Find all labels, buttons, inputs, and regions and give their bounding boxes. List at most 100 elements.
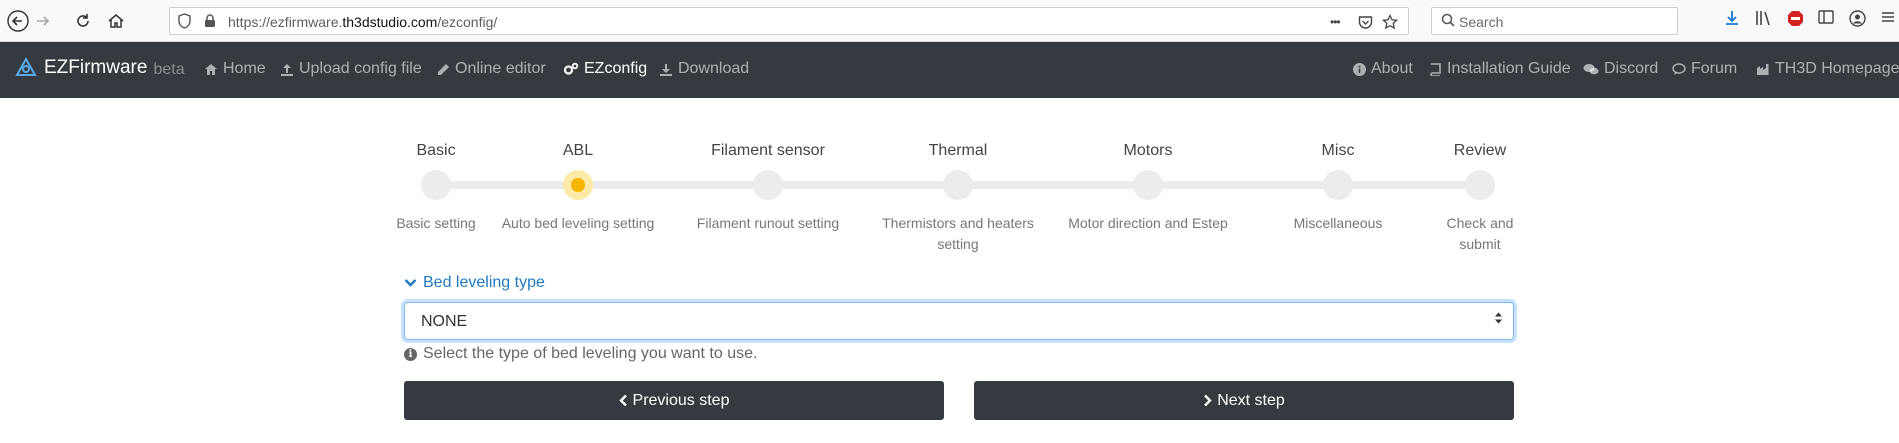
step-title-review: Review — [1453, 142, 1507, 159]
more-actions-icon[interactable]: ••• — [1330, 15, 1341, 29]
search-bar[interactable]: Search — [1431, 7, 1678, 35]
nav-online-editor-label: Online editor — [455, 60, 546, 77]
url-domain: th3dstudio.com — [342, 14, 438, 30]
step-desc-filament-sensor: Filament runout setting — [696, 215, 840, 231]
hamburger-menu-icon — [1882, 12, 1894, 22]
step-desc-motors: Motor direction and Estep — [1068, 215, 1228, 231]
account-button[interactable] — [1846, 10, 1868, 32]
library-button[interactable] — [1753, 10, 1775, 31]
step-dot-filament-sensor[interactable] — [753, 170, 783, 200]
next-step-label: Next step — [1217, 391, 1285, 409]
adblock-button[interactable] — [1784, 10, 1806, 32]
nav-download[interactable]: Download — [659, 60, 749, 78]
chevron-right-icon — [1204, 394, 1212, 407]
step-dot-misc[interactable] — [1323, 170, 1353, 200]
page-actions: ••• — [1330, 8, 1341, 36]
home-icon — [108, 14, 124, 28]
library-icon — [1756, 11, 1770, 26]
step-dot-motors[interactable] — [1133, 170, 1163, 200]
step-desc-review: Check and submit — [1446, 215, 1514, 252]
step-title-filament-sensor: Filament sensor — [711, 142, 825, 159]
nav-home[interactable]: Home — [204, 60, 266, 78]
upload-icon — [281, 63, 293, 76]
cogs-icon — [563, 62, 579, 75]
step-desc-misc: Miscellaneous — [1293, 215, 1383, 231]
next-step-button[interactable]: Next step — [974, 381, 1514, 420]
chevron-left-icon — [618, 394, 627, 407]
url-bar[interactable]: https://ezfirmware.th3dstudio.com/ezconf… — [169, 7, 1409, 35]
ezfirmware-logo-icon — [15, 56, 37, 76]
pencil-icon — [438, 63, 449, 75]
url-path: /ezconfig/ — [437, 14, 498, 30]
sidebar-icon — [1818, 10, 1834, 24]
nav-about-label: About — [1371, 60, 1413, 77]
home-button[interactable] — [103, 8, 129, 34]
info-circle-icon: i — [404, 347, 417, 361]
step-dot-abl-active[interactable] — [563, 170, 593, 200]
bed-leveling-type-label: Bed leveling type — [423, 274, 545, 291]
building-icon — [1757, 63, 1769, 75]
account-icon — [1848, 10, 1866, 27]
nav-upload-config[interactable]: Upload config file — [280, 60, 422, 78]
search-placeholder: Search — [1459, 14, 1504, 30]
step-dot-thermal[interactable] — [943, 170, 973, 200]
bed-leveling-type-select[interactable]: NONE — [404, 302, 1514, 340]
downloads-button[interactable] — [1721, 10, 1743, 31]
step-title-motors: Motors — [1123, 142, 1173, 159]
help-text: i Select the type of bed leveling you wa… — [404, 345, 757, 363]
brand-name: EZFirmware — [44, 57, 148, 78]
download-icon — [660, 63, 672, 76]
reload-icon — [77, 14, 89, 27]
url-text: https://ezfirmware.th3dstudio.com/ezconf… — [228, 14, 497, 30]
nav-ezconfig[interactable]: EZconfig — [563, 60, 647, 78]
help-text-label: Select the type of bed leveling you want… — [423, 345, 758, 362]
bed-leveling-type-toggle[interactable]: Bed leveling type — [404, 274, 545, 292]
pocket-icon — [1358, 15, 1373, 29]
select-arrows-icon — [1494, 311, 1503, 327]
site-navbar: EZFirmware beta Home Upload config file … — [0, 42, 1899, 98]
brand[interactable]: EZFirmware beta — [14, 56, 185, 80]
step-desc-thermal: Thermistors and heaters setting — [882, 215, 1034, 252]
bookmark-button[interactable] — [1382, 8, 1398, 36]
step-desc-abl: Auto bed leveling setting — [501, 215, 655, 231]
nav-forum[interactable]: Forum — [1672, 60, 1737, 78]
step-dot-basic[interactable] — [421, 170, 451, 200]
step-title-misc: Misc — [1321, 142, 1355, 159]
nav-discord-label: Discord — [1604, 60, 1659, 77]
back-button[interactable] — [5, 8, 31, 34]
nav-forum-label: Forum — [1691, 60, 1738, 77]
nav-installation-guide[interactable]: Installation Guide — [1429, 60, 1571, 78]
reload-button[interactable] — [70, 8, 96, 34]
forward-button[interactable] — [30, 8, 56, 34]
browser-toolbar: https://ezfirmware.th3dstudio.com/ezconf… — [0, 0, 1899, 42]
nav-th3d-homepage[interactable]: TH3D Homepage — [1756, 60, 1899, 78]
chevron-down-icon — [404, 279, 417, 287]
pocket-button[interactable] — [1358, 8, 1373, 36]
search-icon — [1441, 13, 1455, 31]
nav-download-label: Download — [678, 60, 750, 77]
shield-icon — [178, 13, 192, 30]
step-dot-review[interactable] — [1465, 170, 1495, 200]
back-arrow-icon — [7, 10, 29, 32]
previous-step-label: Previous step — [632, 391, 730, 409]
nav-th3d-homepage-label: TH3D Homepage — [1775, 60, 1899, 77]
info-icon — [1353, 62, 1366, 76]
download-arrow-icon — [1726, 11, 1738, 25]
lock-icon — [204, 14, 216, 31]
brand-tag: beta — [153, 60, 185, 78]
step-desc-basic: Basic setting — [396, 215, 476, 231]
step-title-thermal: Thermal — [928, 142, 988, 159]
home-icon — [205, 63, 217, 75]
comments-icon — [1583, 63, 1599, 74]
sidebar-button[interactable] — [1815, 10, 1837, 29]
previous-step-button[interactable]: Previous step — [404, 381, 944, 420]
nav-online-editor[interactable]: Online editor — [437, 60, 546, 78]
nav-discord[interactable]: Discord — [1583, 60, 1658, 78]
nav-installation-guide-label: Installation Guide — [1447, 60, 1571, 77]
menu-button[interactable] — [1877, 10, 1899, 29]
comment-icon — [1672, 62, 1686, 75]
select-value: NONE — [421, 313, 468, 330]
forward-arrow-icon — [37, 16, 50, 26]
url-prefix: https://ezfirmware. — [228, 14, 343, 30]
nav-about[interactable]: About — [1353, 60, 1413, 78]
